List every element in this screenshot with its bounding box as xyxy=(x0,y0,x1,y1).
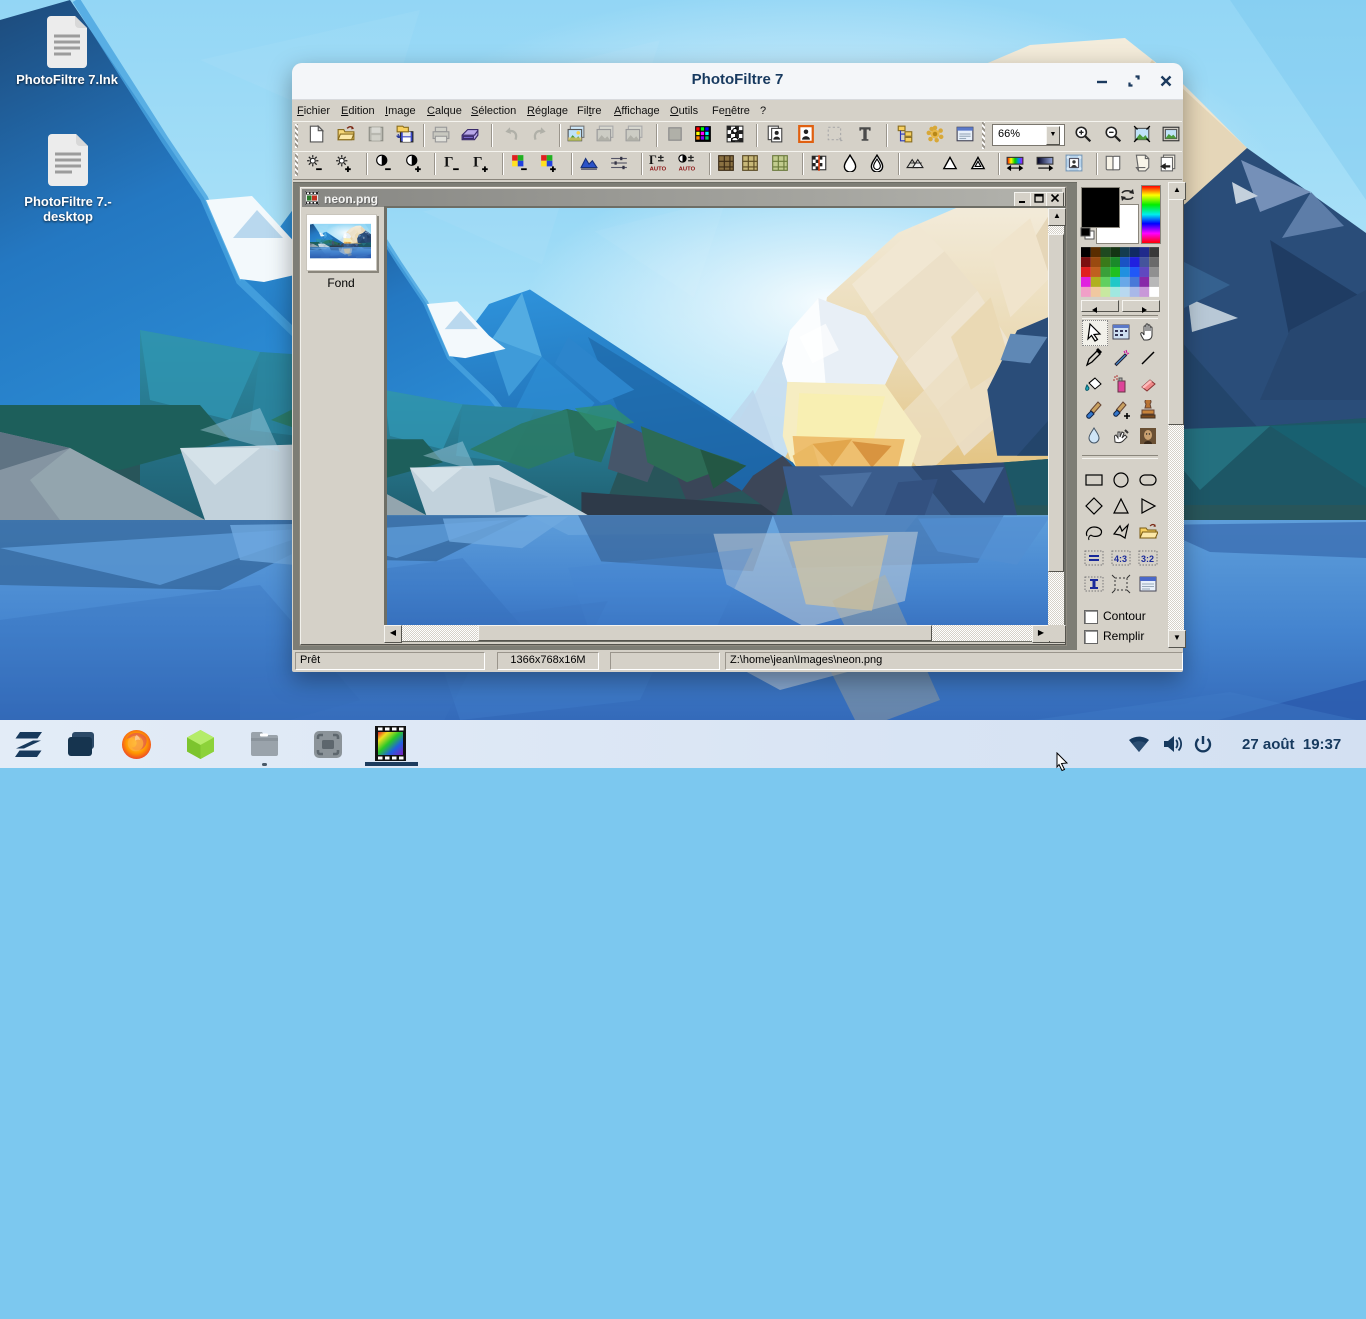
svg-text:Γ: Γ xyxy=(444,154,453,170)
svg-text:AUTO: AUTO xyxy=(679,166,696,172)
svg-text:Γ: Γ xyxy=(649,154,657,167)
svg-text:Γ: Γ xyxy=(473,154,482,170)
svg-text:AUTO: AUTO xyxy=(650,166,667,172)
svg-text:4:3: 4:3 xyxy=(1114,554,1127,564)
svg-text:3:2: 3:2 xyxy=(1141,554,1154,564)
